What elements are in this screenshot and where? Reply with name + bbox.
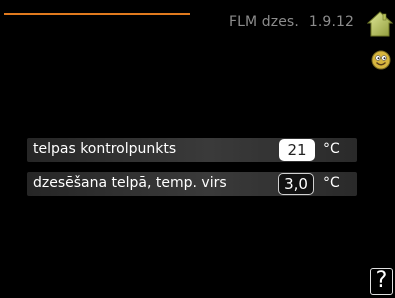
setting-label: dzesēšana telpā, temp. virs [33,175,227,191]
menu-number: 1.9.12 [308,14,355,30]
setting-row-cooling-above[interactable]: dzesēšana telpā, temp. virs 3,0 °C [27,172,357,196]
house-icon [366,11,394,37]
setpoint-value-field[interactable]: 21 [279,139,315,161]
menu-title: FLM dzes. 1.9.12 [229,14,354,30]
help-icon: ? [375,268,388,293]
setting-label: telpas kontrolpunkts [33,141,177,157]
setting-unit: °C [323,141,340,157]
setting-unit: °C [323,175,340,191]
cooling-threshold-value-field[interactable]: 3,0 [278,173,314,195]
smiley-icon [370,49,392,71]
setting-row-room-setpoint[interactable]: telpas kontrolpunkts 21 °C [27,138,357,162]
display-screen: FLM dzes. 1.9.12 telpas kontrolpunkts 21… [0,0,395,298]
help-button[interactable]: ? [370,268,393,295]
menu-name: FLM dzes. [229,14,299,30]
header-accent-line [4,13,190,15]
